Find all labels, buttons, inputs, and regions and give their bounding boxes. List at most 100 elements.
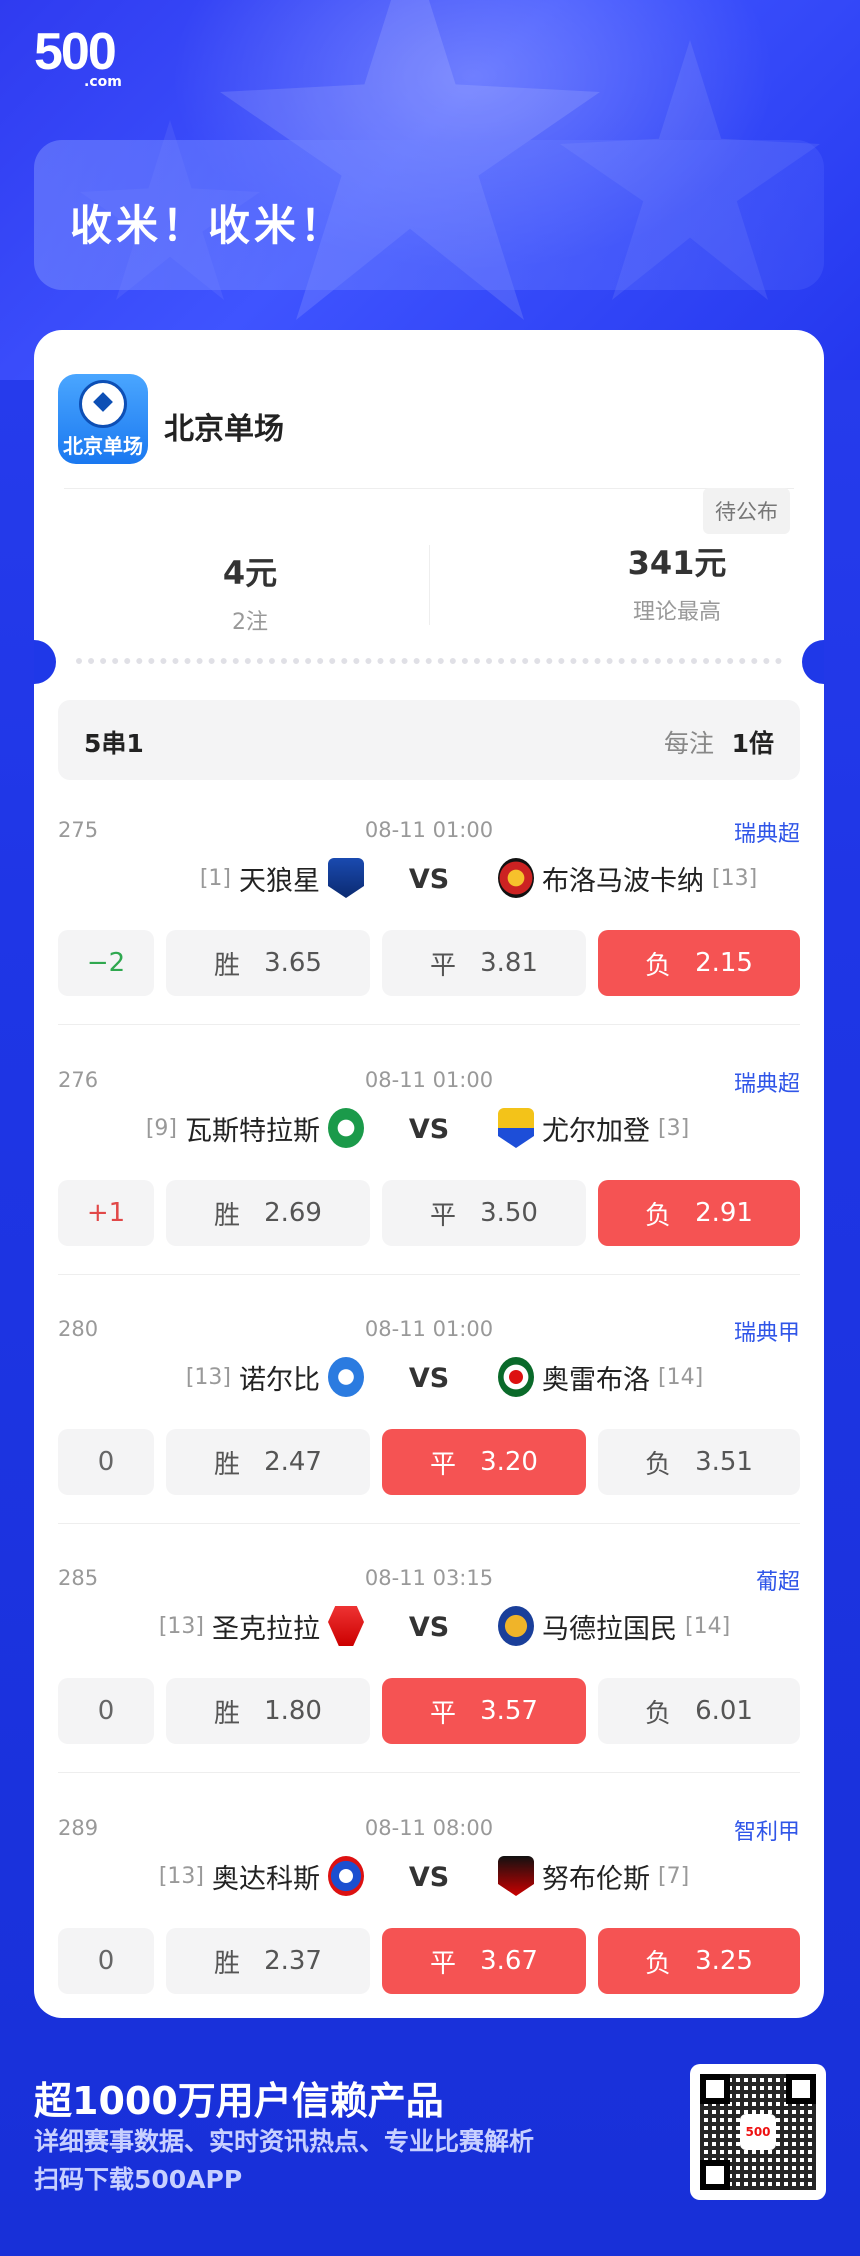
team-crest-icon: [498, 858, 534, 898]
handicap-cell: 0: [58, 1678, 154, 1744]
odds-row: +1 胜 2.69 平 3.50 负 2.91: [58, 1180, 800, 1246]
team-crest-icon: [498, 1108, 534, 1148]
match-time: 08-11 01:00: [364, 818, 494, 842]
loss-odds-button[interactable]: 负 2.91: [598, 1180, 800, 1246]
away-rank: [14]: [685, 1613, 731, 1639]
win-odds-button[interactable]: 胜 1.80: [166, 1678, 370, 1744]
odds-row: 0 胜 2.37 平 3.67 负 3.25: [58, 1928, 800, 1994]
loss-odds: 2.15: [695, 948, 753, 978]
away-name: 布洛马波卡纳: [542, 865, 704, 897]
win-odds: 2.37: [264, 1946, 322, 1976]
away-name: 尤尔加登: [542, 1115, 650, 1147]
stake-stat: 4元 2注: [100, 548, 400, 636]
max-payout-value: 341元: [627, 544, 727, 582]
match-row: 280 08-11 01:00 瑞典甲 [13] 诺尔比 VS 奥雷布洛 [14…: [58, 1299, 800, 1525]
team-crest-icon: [498, 1357, 534, 1397]
app-icon: 北京单场: [58, 374, 148, 464]
team-crest-icon: [498, 1606, 534, 1646]
qr-center-logo: 500: [740, 2114, 776, 2150]
draw-odds-button[interactable]: 平 3.50: [382, 1180, 586, 1246]
match-row: 276 08-11 01:00 瑞典超 [9] 瓦斯特拉斯 VS 尤尔加登 [3…: [58, 1050, 800, 1276]
max-payout-label: 理论最高: [632, 600, 721, 625]
league-link[interactable]: 葡超: [756, 1564, 800, 1596]
match-row: 285 08-11 03:15 葡超 [13] 圣克拉拉 VS 马德拉国民 [1…: [58, 1548, 800, 1774]
away-rank: [13]: [712, 865, 758, 891]
draw-odds-button[interactable]: 平 3.67: [382, 1928, 586, 1994]
title-banner: 收米！收米！: [34, 140, 824, 290]
draw-label: 平: [430, 1948, 457, 1979]
odds-row: 0 胜 2.47 平 3.20 负 3.51: [58, 1429, 800, 1495]
bet-type-bar: 5串1 每注 1倍: [58, 700, 800, 780]
footer-line-1: 详细赛事数据、实时资讯热点、专业比赛解析: [34, 2127, 535, 2156]
win-odds-button[interactable]: 胜 3.65: [166, 930, 370, 996]
qr-code[interactable]: 500: [690, 2064, 826, 2200]
match-teams: [13] 奥达科斯 VS 努布伦斯 [7]: [58, 1856, 800, 1904]
match-row: 275 08-11 01:00 瑞典超 [1] 天狼星 VS 布洛马波卡纳 [1…: [58, 800, 800, 1026]
away-team: 马德拉国民 [14]: [498, 1606, 730, 1646]
win-label: 胜: [214, 1200, 241, 1231]
brand-logo: 500 .com: [34, 23, 122, 90]
qr-corner: [700, 2160, 730, 2190]
match-time: 08-11 01:00: [364, 1317, 494, 1341]
bets-count: 2注: [232, 610, 268, 635]
win-odds-button[interactable]: 胜 2.69: [166, 1180, 370, 1246]
draw-odds: 3.50: [480, 1198, 538, 1228]
draw-label: 平: [430, 1698, 457, 1729]
odds-row: 0 胜 1.80 平 3.57 负 6.01: [58, 1678, 800, 1744]
loss-odds: 2.91: [695, 1198, 753, 1228]
divider: [64, 488, 794, 489]
odds-row: −2 胜 3.65 平 3.81 负 2.15: [58, 930, 800, 996]
product-name: 北京单场: [164, 412, 284, 447]
draw-odds: 3.67: [480, 1946, 538, 1976]
win-odds: 3.65: [264, 948, 322, 978]
footer-line-2: 扫码下载500APP: [34, 2165, 243, 2194]
match-row: 289 08-11 08:00 智利甲 [13] 奥达科斯 VS 努布伦斯 [7…: [58, 1798, 800, 2018]
away-team: 布洛马波卡纳 [13]: [498, 858, 757, 898]
away-team: 努布伦斯 [7]: [498, 1856, 689, 1896]
league-link[interactable]: 智利甲: [734, 1814, 800, 1846]
loss-odds-button[interactable]: 负 6.01: [598, 1678, 800, 1744]
loss-odds: 6.01: [695, 1696, 753, 1726]
qr-corner: [700, 2074, 730, 2104]
handicap-cell: 0: [58, 1429, 154, 1495]
soccer-ball-icon: [79, 380, 127, 428]
banner-title: 收米！收米！: [70, 201, 347, 250]
away-team: 奥雷布洛 [14]: [498, 1357, 703, 1397]
draw-odds-button[interactable]: 平 3.20: [382, 1429, 586, 1495]
qr-corner: [786, 2074, 816, 2104]
loss-odds-button[interactable]: 负 2.15: [598, 930, 800, 996]
bet-type-label: 5串1: [84, 729, 144, 758]
row-divider: [58, 1523, 800, 1524]
row-divider: [58, 1772, 800, 1773]
stake-value: 4元: [222, 554, 278, 592]
win-odds: 2.69: [264, 1198, 322, 1228]
away-name: 马德拉国民: [542, 1613, 677, 1645]
win-odds: 1.80: [264, 1696, 322, 1726]
win-odds-button[interactable]: 胜 2.47: [166, 1429, 370, 1495]
per-bet-label: 每注: [663, 729, 714, 758]
win-label: 胜: [214, 1698, 241, 1729]
logo-main: 500: [34, 23, 117, 81]
handicap-cell: +1: [58, 1180, 154, 1246]
draw-label: 平: [430, 950, 457, 981]
draw-odds-button[interactable]: 平 3.81: [382, 930, 586, 996]
status-badge: 待公布: [703, 488, 790, 534]
win-odds-button[interactable]: 胜 2.37: [166, 1928, 370, 1994]
away-rank: [7]: [658, 1863, 690, 1889]
match-teams: [9] 瓦斯特拉斯 VS 尤尔加登 [3]: [58, 1108, 800, 1156]
league-link[interactable]: 瑞典超: [734, 816, 800, 848]
league-link[interactable]: 瑞典甲: [734, 1315, 800, 1347]
away-rank: [3]: [658, 1115, 690, 1141]
draw-odds-button[interactable]: 平 3.57: [382, 1678, 586, 1744]
loss-odds-button[interactable]: 负 3.51: [598, 1429, 800, 1495]
loss-label: 负: [645, 1200, 672, 1231]
match-time: 08-11 08:00: [364, 1816, 494, 1840]
away-rank: [14]: [658, 1364, 704, 1390]
league-link[interactable]: 瑞典超: [734, 1066, 800, 1098]
bet-card: 北京单场 北京单场 待公布 4元 2注 341元 理论最高 5串1 每注 1倍 …: [34, 330, 824, 2018]
draw-odds: 3.57: [480, 1696, 538, 1726]
win-label: 胜: [214, 950, 241, 981]
loss-odds-button[interactable]: 负 3.25: [598, 1928, 800, 1994]
loss-label: 负: [645, 950, 672, 981]
ticket-notch: [34, 640, 56, 684]
